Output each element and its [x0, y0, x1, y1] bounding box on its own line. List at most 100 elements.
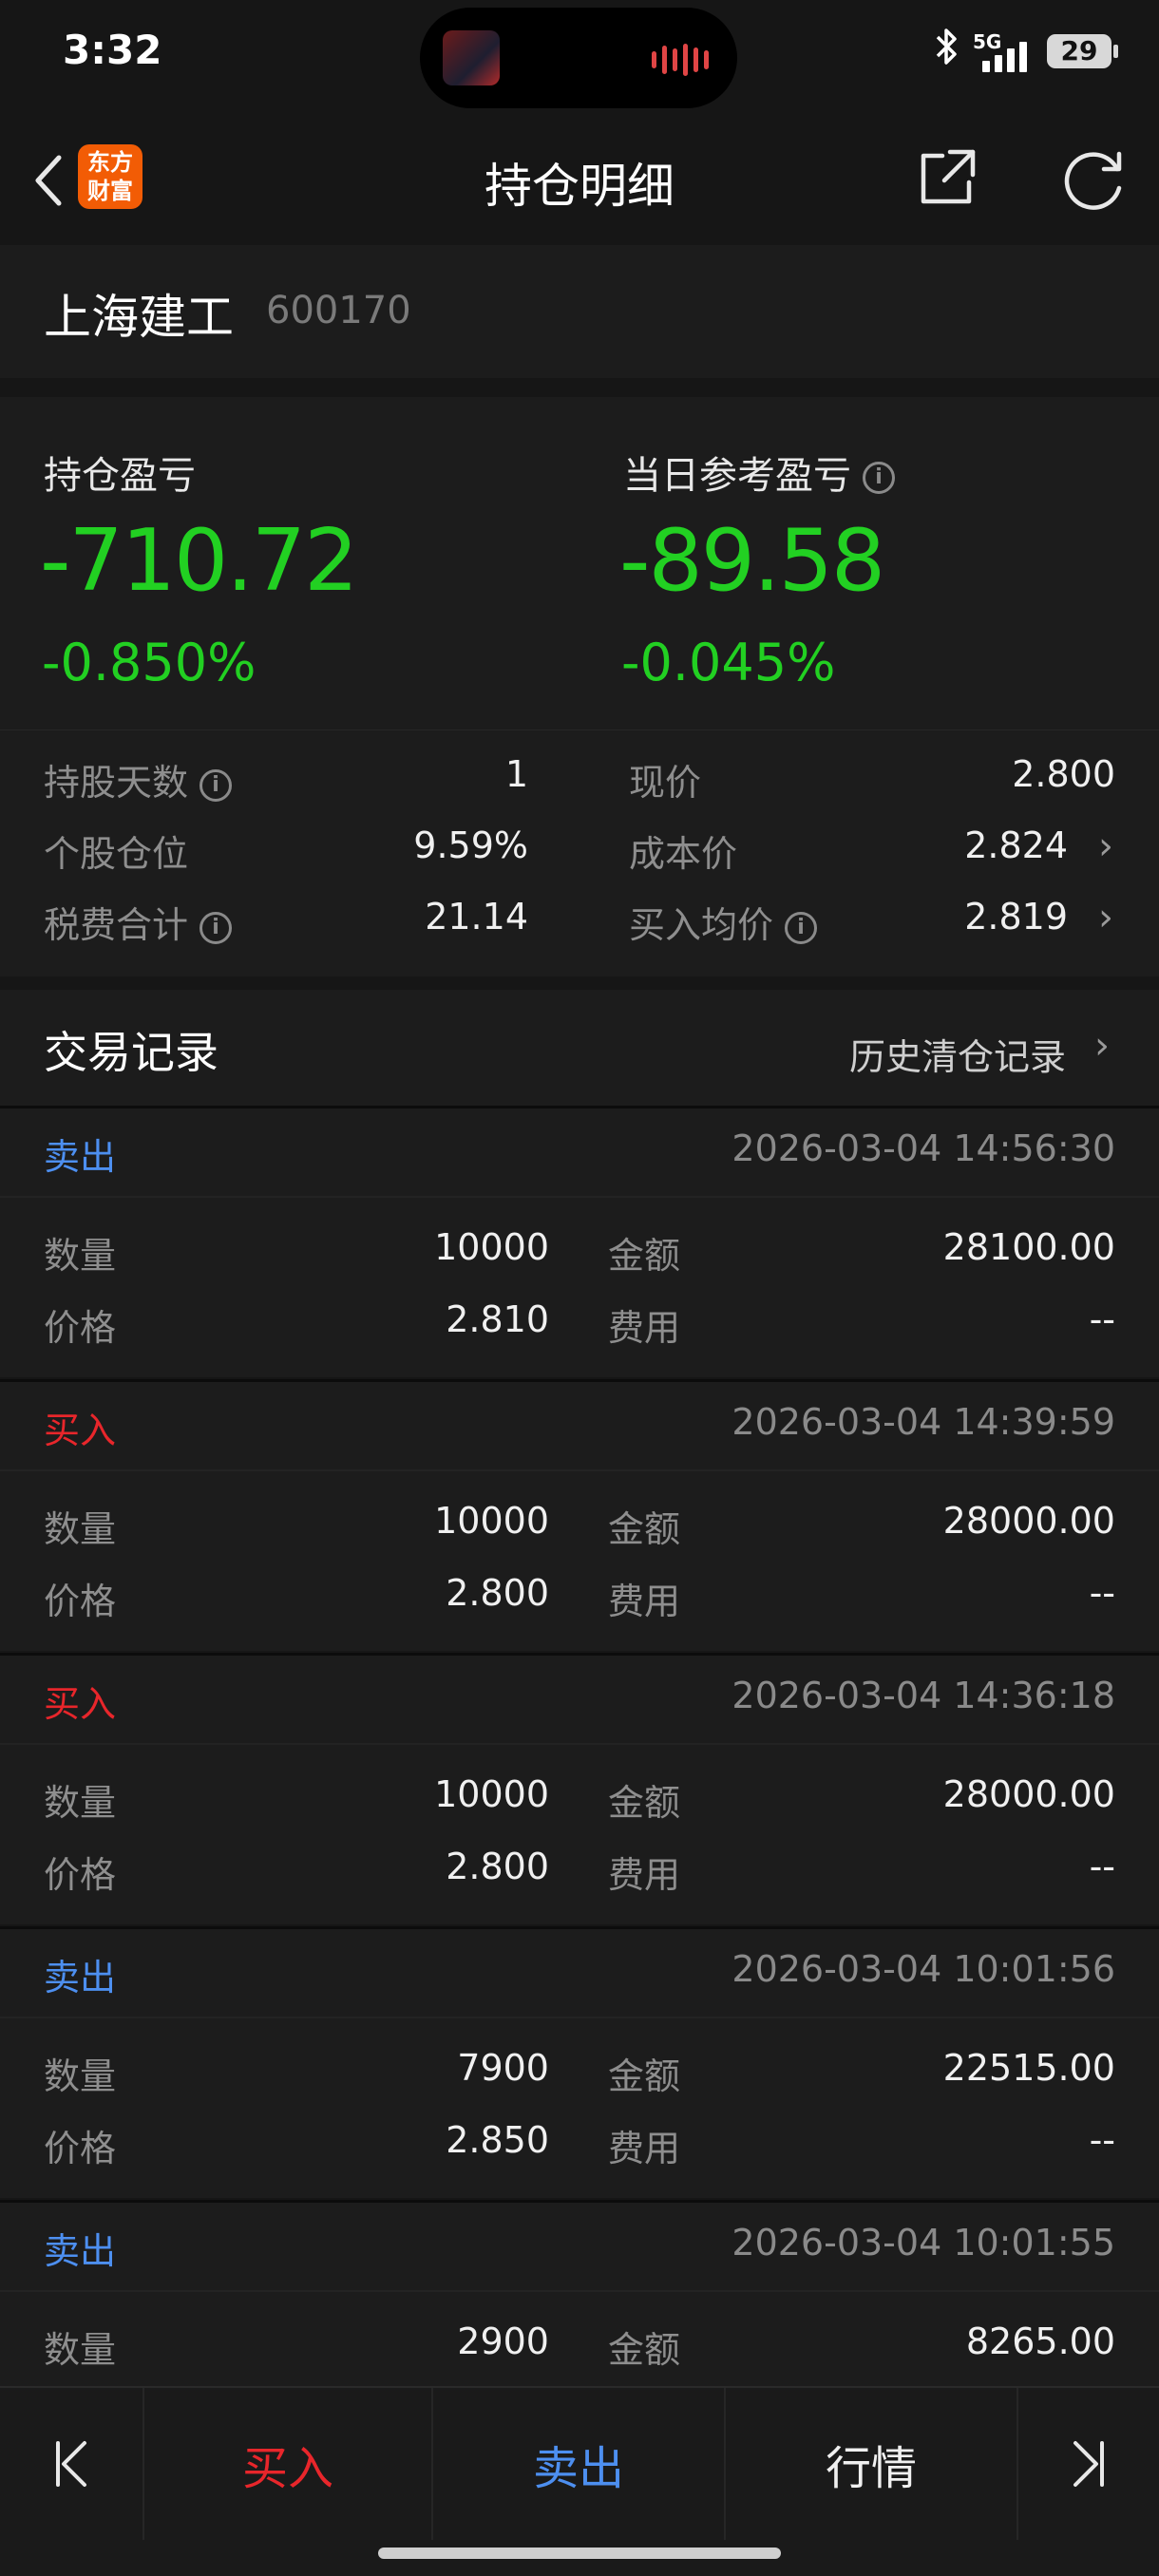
- history-clearance-link[interactable]: 历史清仓记录: [849, 1028, 1066, 1080]
- info-icon[interactable]: i: [200, 768, 233, 802]
- chevron-right-icon[interactable]: ›: [1098, 896, 1113, 939]
- total-fee-value: 21.14: [425, 896, 528, 938]
- total-fee-label: 税费合计 i: [44, 896, 233, 948]
- price-label: 价格: [44, 1854, 117, 1896]
- refresh-icon[interactable]: [1060, 146, 1129, 211]
- holding-pnl-percent: -0.850%: [42, 633, 256, 692]
- price-value: 2.850: [446, 2119, 549, 2161]
- cost-price-value[interactable]: 2.824: [964, 824, 1068, 866]
- amount-label: 金额: [608, 2329, 681, 2371]
- trade-record[interactable]: 买入 2026-03-04 14:39:59 数量 10000 金额 28000…: [0, 1379, 1159, 1651]
- trade-time: 2026-03-04 10:01:56: [732, 1948, 1115, 1990]
- audio-waveform-icon: [652, 44, 709, 76]
- dynamic-island[interactable]: [420, 8, 737, 108]
- amount-value: 28100.00: [942, 1226, 1115, 1268]
- trade-type: 卖出: [44, 1957, 117, 1998]
- price-value: 2.810: [446, 1298, 549, 1340]
- skip-last-icon: [1074, 2441, 1104, 2487]
- first-page-button[interactable]: [0, 2388, 142, 2540]
- quantity-label: 数量: [44, 2055, 117, 2097]
- amount-value: 28000.00: [942, 1773, 1115, 1815]
- amount-value: 22515.00: [942, 2047, 1115, 2089]
- quote-button[interactable]: 行情: [726, 2388, 1016, 2540]
- divider: [0, 2017, 1159, 2018]
- stock-header: 上海建工 600170: [0, 245, 1159, 378]
- avg-buy-price-label[interactable]: 买入均价 i: [629, 896, 818, 948]
- stat-row: 持股天数 i 1 现价 2.800: [0, 753, 1159, 810]
- chevron-right-icon[interactable]: ›: [1098, 824, 1113, 868]
- fee-label: 费用: [608, 1854, 681, 1896]
- avg-buy-price-value[interactable]: 2.819: [964, 896, 1068, 938]
- trade-records-header: 交易记录 历史清仓记录 ›: [0, 990, 1159, 1106]
- amount-label: 金额: [608, 1782, 681, 1824]
- daily-pnl-header: 当日参考盈亏 i: [623, 445, 895, 500]
- stat-row: 税费合计 i 21.14 买入均价 i 2.819 ›: [0, 896, 1159, 953]
- last-page-button[interactable]: [1018, 2388, 1159, 2540]
- quantity-value: 10000: [434, 1226, 549, 1268]
- current-price-value: 2.800: [1012, 753, 1115, 795]
- holding-pnl-value: -710.72: [40, 511, 358, 611]
- fee-label: 费用: [608, 1307, 681, 1349]
- fee-label: 费用: [608, 1581, 681, 1622]
- info-icon[interactable]: i: [863, 462, 895, 494]
- divider: [0, 1469, 1159, 1471]
- amount-label: 金额: [608, 1508, 681, 1550]
- daily-pnl-label: 当日参考盈亏: [623, 454, 851, 498]
- holding-pnl-label: 持仓盈亏: [44, 454, 196, 498]
- status-icons: 5G 29: [935, 27, 1118, 76]
- trade-record[interactable]: 买入 2026-03-04 14:36:18 数量 10000 金额 28000…: [0, 1653, 1159, 1924]
- trade-record[interactable]: 卖出 2026-03-04 10:01:55 数量 2900 金额 8265.0…: [0, 2200, 1159, 2386]
- buy-button[interactable]: 买入: [144, 2388, 431, 2540]
- fee-value: --: [1089, 1572, 1115, 1614]
- battery-icon: 29: [1047, 34, 1118, 68]
- trade-type: 买入: [44, 1410, 117, 1451]
- chevron-right-icon[interactable]: ›: [1094, 1024, 1110, 1068]
- stat-row: 个股仓位 9.59% 成本价 2.824 ›: [0, 824, 1159, 881]
- status-time: 3:32: [63, 27, 162, 73]
- current-price-label: 现价: [629, 762, 702, 804]
- total-fee-text: 税费合计: [44, 904, 189, 946]
- trade-type: 买入: [44, 1683, 117, 1725]
- price-value: 2.800: [446, 1846, 549, 1887]
- fee-value: --: [1089, 1846, 1115, 1887]
- quantity-value: 7900: [457, 2047, 549, 2089]
- trade-record[interactable]: 卖出 2026-03-04 10:01:56 数量 7900 金额 22515.…: [0, 1926, 1159, 2198]
- status-bar: 3:32 5G 29: [0, 0, 1159, 108]
- amount-value: 28000.00: [942, 1500, 1115, 1542]
- nav-bar: 东方 财富 持仓明细: [0, 112, 1159, 245]
- pnl-summary: 持仓盈亏 -710.72 -0.850% 当日参考盈亏 i -89.58 -0.0…: [0, 397, 1159, 729]
- stock-name: 上海建工: [44, 290, 234, 345]
- info-icon[interactable]: i: [785, 911, 818, 944]
- fee-value: --: [1089, 1298, 1115, 1340]
- amount-value: 8265.00: [965, 2320, 1115, 2362]
- divider: [0, 2290, 1159, 2292]
- quantity-label: 数量: [44, 2329, 117, 2371]
- battery-level: 29: [1060, 35, 1098, 66]
- holding-days-label: 持股天数 i: [44, 753, 233, 805]
- bluetooth-icon: [935, 27, 960, 76]
- trade-record[interactable]: 卖出 2026-03-04 14:56:30 数量 10000 金额 28100…: [0, 1106, 1159, 1377]
- share-icon[interactable]: [918, 146, 978, 207]
- divider: [0, 1196, 1159, 1198]
- trade-time: 2026-03-04 14:39:59: [732, 1401, 1115, 1443]
- position-ratio-label: 个股仓位: [44, 833, 189, 875]
- home-indicator[interactable]: [378, 2548, 781, 2559]
- fee-value: --: [1089, 2119, 1115, 2161]
- trade-type: 卖出: [44, 1136, 117, 1178]
- quantity-value: 2900: [457, 2320, 549, 2362]
- quantity-label: 数量: [44, 1235, 117, 1277]
- skip-first-icon: [56, 2441, 86, 2487]
- price-label: 价格: [44, 1307, 117, 1349]
- page-title: 持仓明细: [484, 159, 674, 214]
- quantity-label: 数量: [44, 1508, 117, 1550]
- info-icon[interactable]: i: [200, 911, 233, 944]
- amount-label: 金额: [608, 1235, 681, 1277]
- sell-button[interactable]: 卖出: [433, 2388, 724, 2540]
- cellular-signal-icon: 5G: [973, 30, 1034, 72]
- amount-label: 金额: [608, 2055, 681, 2097]
- quantity-value: 10000: [434, 1500, 549, 1542]
- stock-code: 600170: [266, 289, 411, 332]
- cost-price-label[interactable]: 成本价: [629, 824, 737, 877]
- position-ratio-value: 9.59%: [413, 824, 528, 866]
- divider: [0, 1743, 1159, 1745]
